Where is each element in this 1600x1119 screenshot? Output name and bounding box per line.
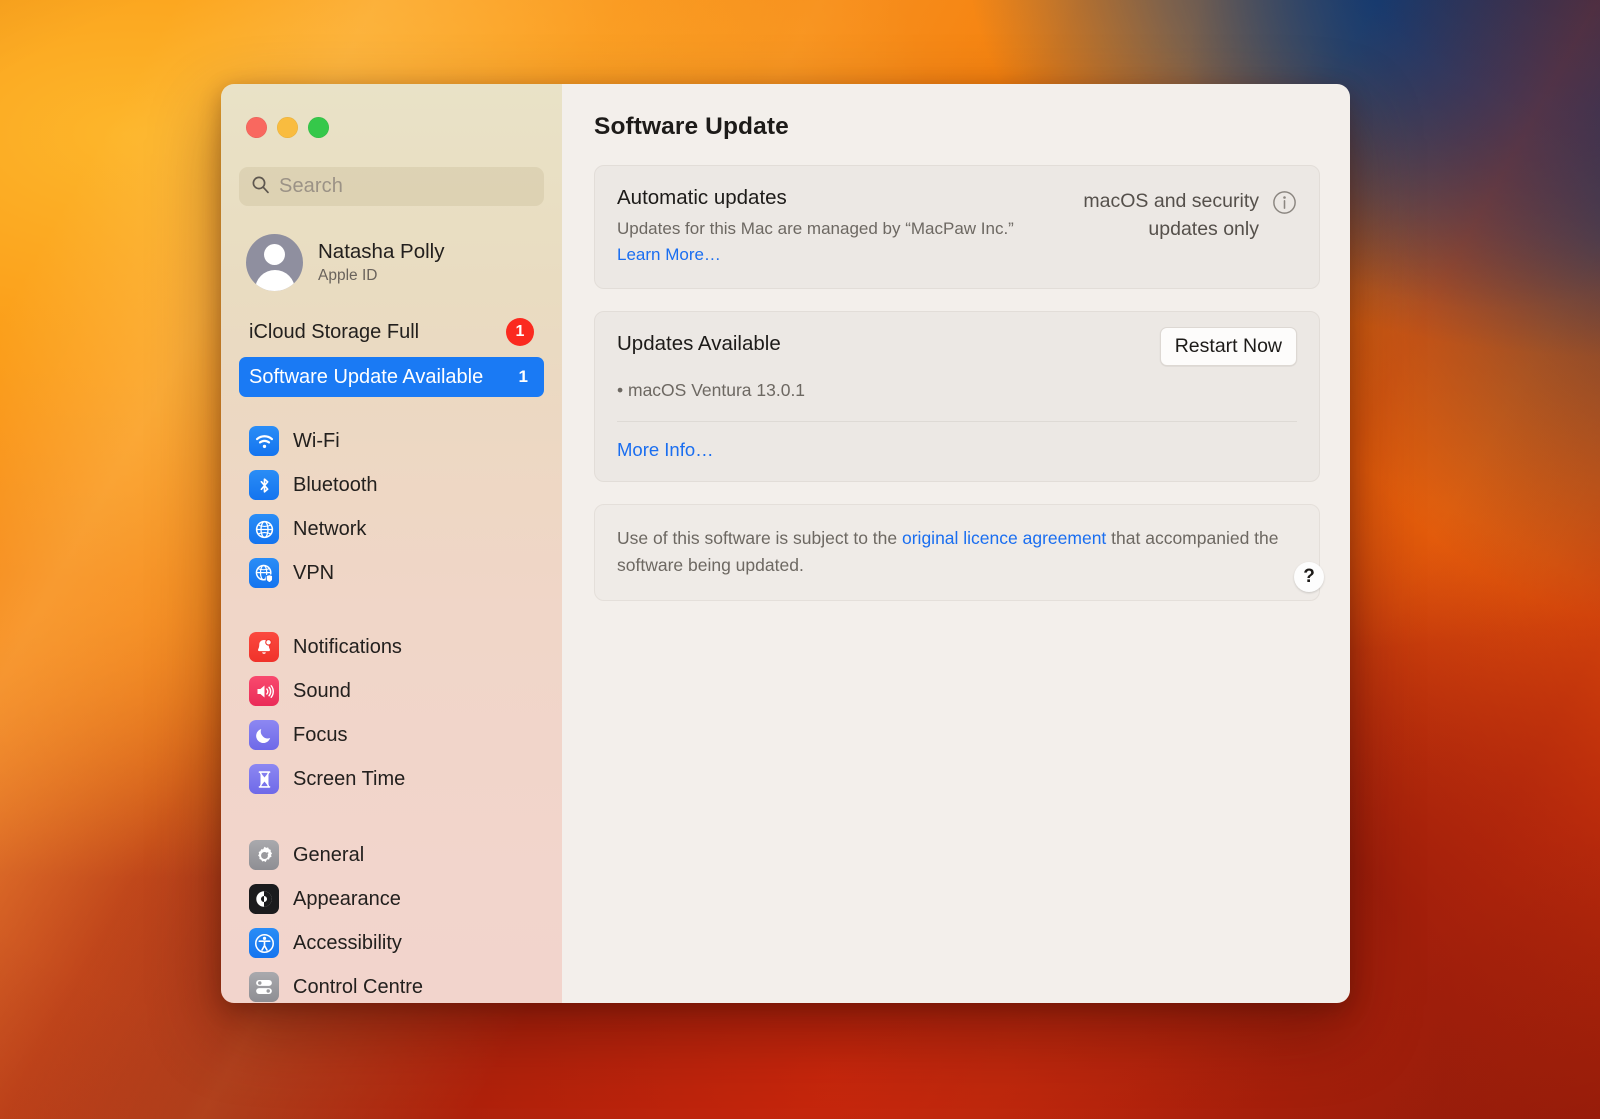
sidebar-item-focus[interactable]: Focus (239, 713, 544, 757)
learn-more-link[interactable]: Learn More… (617, 245, 721, 264)
sidebar-item-icloud-storage-full[interactable]: iCloud Storage Full 1 (239, 313, 544, 351)
sidebar-item-label: General (293, 844, 364, 867)
speaker-icon (249, 676, 279, 706)
sidebar-item-label: Notifications (293, 636, 402, 659)
sidebar-item-screen-time[interactable]: Screen Time (239, 757, 544, 801)
gear-icon (249, 840, 279, 870)
licence-notice-text: Use of this software is subject to the o… (617, 525, 1297, 580)
licence-notice-card: Use of this software is subject to the o… (594, 504, 1320, 601)
sidebar-item-label: Network (293, 518, 366, 541)
account-text: Natasha Polly Apple ID (318, 240, 444, 285)
sidebar-group-alerts: Notifications Sound (239, 625, 544, 801)
sidebar-item-bluetooth[interactable]: Bluetooth (239, 463, 544, 507)
more-info-link[interactable]: More Info… (617, 439, 714, 461)
control-centre-icon (249, 972, 279, 1002)
sidebar-item-label: Screen Time (293, 768, 405, 791)
system-settings-window: Search Natasha Polly Apple ID iCloud Sto… (221, 84, 1350, 1003)
account-subtitle: Apple ID (318, 267, 444, 285)
close-button[interactable] (246, 117, 267, 138)
sidebar-item-label: Appearance (293, 888, 401, 911)
wifi-icon (249, 426, 279, 456)
sidebar-item-label: VPN (293, 562, 334, 585)
accessibility-icon (249, 928, 279, 958)
sidebar-item-label: iCloud Storage Full (249, 321, 419, 344)
sidebar-item-software-update-available[interactable]: Software Update Available 1 (239, 357, 544, 397)
desktop-wallpaper: Search Natasha Polly Apple ID iCloud Sto… (0, 0, 1600, 1119)
sidebar-group-system: General Appearance (239, 833, 544, 1003)
sidebar-group-network: Wi-Fi Bluetooth (239, 419, 544, 595)
globe-icon (249, 514, 279, 544)
bluetooth-icon (249, 470, 279, 500)
updates-available-title: Updates Available (617, 332, 781, 356)
hourglass-icon (249, 764, 279, 794)
help-button[interactable]: ? (1294, 562, 1324, 592)
sidebar-item-notifications[interactable]: Notifications (239, 625, 544, 669)
bell-icon (249, 632, 279, 662)
info-circle-icon[interactable] (1272, 190, 1297, 220)
moon-icon (249, 720, 279, 750)
sidebar-item-label: Control Centre (293, 976, 423, 999)
sidebar-item-label: Sound (293, 680, 351, 703)
sidebar-item-label: Bluetooth (293, 474, 378, 497)
sidebar-item-network[interactable]: Network (239, 507, 544, 551)
search-field[interactable]: Search (239, 167, 544, 206)
search-placeholder: Search (279, 175, 343, 198)
original-licence-agreement-link[interactable]: original licence agreement (902, 528, 1106, 548)
account-name: Natasha Polly (318, 240, 444, 265)
licence-text-before: Use of this software is subject to the (617, 528, 902, 548)
sidebar-item-general[interactable]: General (239, 833, 544, 877)
automatic-updates-card: Automatic updates Updates for this Mac a… (594, 165, 1320, 289)
automatic-updates-status: macOS and security updates only (1083, 188, 1259, 243)
restart-now-button[interactable]: Restart Now (1160, 327, 1297, 366)
sidebar-item-appearance[interactable]: Appearance (239, 877, 544, 921)
sidebar-item-label: Accessibility (293, 932, 402, 955)
sidebar-item-label: Software Update Available (249, 366, 483, 389)
sidebar-item-label: Wi-Fi (293, 430, 340, 453)
updates-available-card: Updates Available Restart Now • macOS Ve… (594, 311, 1320, 482)
apple-id-account-row[interactable]: Natasha Polly Apple ID (239, 228, 544, 297)
vpn-globe-shield-icon (249, 558, 279, 588)
sidebar-item-vpn[interactable]: VPN (239, 551, 544, 595)
automatic-updates-title: Automatic updates (617, 186, 1057, 210)
avatar (246, 234, 303, 291)
page-title: Software Update (594, 113, 1320, 141)
window-controls (239, 84, 544, 138)
automatic-updates-description-text: Updates for this Mac are managed by “Mac… (617, 219, 1014, 238)
status-badge: 1 (506, 318, 534, 346)
sidebar-item-control-centre[interactable]: Control Centre (239, 965, 544, 1003)
search-icon (251, 175, 270, 199)
zoom-button[interactable] (308, 117, 329, 138)
divider (617, 421, 1297, 422)
sidebar-item-wi-fi[interactable]: Wi-Fi (239, 419, 544, 463)
automatic-updates-description: Updates for this Mac are managed by “Mac… (617, 216, 1017, 268)
appearance-contrast-icon (249, 884, 279, 914)
minimize-button[interactable] (277, 117, 298, 138)
update-list-item: • macOS Ventura 13.0.1 (617, 380, 1297, 401)
sidebar-item-sound[interactable]: Sound (239, 669, 544, 713)
status-badge: 1 (519, 367, 534, 387)
sidebar: Search Natasha Polly Apple ID iCloud Sto… (221, 84, 562, 1003)
sidebar-item-label: Focus (293, 724, 347, 747)
sidebar-item-accessibility[interactable]: Accessibility (239, 921, 544, 965)
main-content: Software Update Automatic updates Update… (562, 84, 1350, 1003)
